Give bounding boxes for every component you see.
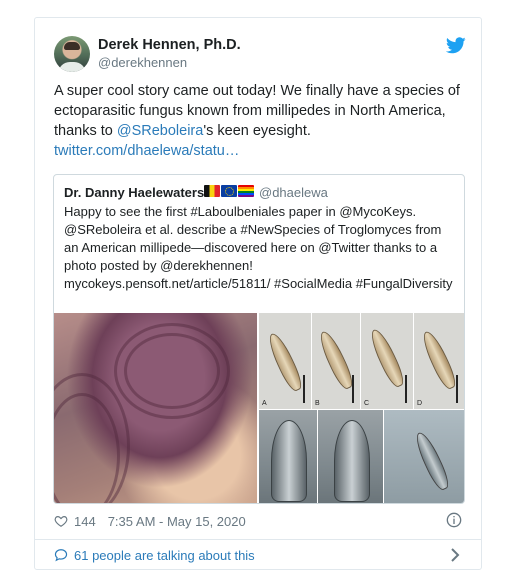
tweet-footer: 144 7:35 AM - May 15, 2020 bbox=[54, 512, 246, 530]
tweet-link[interactable]: twitter.com/dhaelewa/statu… bbox=[54, 143, 239, 159]
micrograph-panels: A B C D bbox=[259, 313, 464, 503]
panel-letter: B bbox=[315, 400, 320, 407]
panel-letter: A bbox=[262, 400, 267, 407]
author-handle[interactable]: @derekhennen bbox=[98, 55, 187, 70]
flag-emoji-group bbox=[204, 184, 254, 198]
like-count[interactable]: 144 bbox=[74, 514, 96, 529]
speech-bubble-icon bbox=[54, 549, 68, 562]
twitter-bird-icon[interactable] bbox=[446, 37, 466, 54]
tweet-text: A super cool story came out today! We fi… bbox=[54, 81, 466, 161]
info-icon[interactable] bbox=[446, 512, 462, 528]
author-name[interactable]: Derek Hennen, Ph.D. bbox=[98, 37, 241, 53]
heart-icon[interactable] bbox=[54, 514, 68, 528]
conversation-count-label: 61 people are talking about this bbox=[74, 547, 255, 563]
rainbow-flag-icon bbox=[238, 185, 254, 197]
micrograph-panel-e[interactable] bbox=[259, 410, 317, 503]
millipede-photo[interactable] bbox=[54, 313, 257, 503]
micrograph-panel-a[interactable]: A bbox=[259, 313, 311, 409]
quoted-author-name: Dr. Danny Haelewaters bbox=[64, 185, 205, 200]
tweet-text-part: 's keen eyesight. bbox=[203, 123, 311, 139]
author-avatar[interactable] bbox=[54, 36, 90, 72]
conversation-link[interactable]: 61 people are talking about this bbox=[54, 546, 255, 564]
tweet-timestamp[interactable]: 7:35 AM - May 15, 2020 bbox=[108, 514, 246, 529]
quoted-author-handle: @dhaelewa bbox=[259, 185, 328, 200]
eu-flag-icon bbox=[221, 185, 237, 197]
quoted-tweet-text: Happy to see the first #Laboulbeniales p… bbox=[64, 204, 453, 291]
micrograph-panel-c[interactable]: C bbox=[361, 313, 413, 409]
micrograph-panel-f[interactable] bbox=[318, 410, 383, 503]
chevron-right-icon[interactable] bbox=[450, 548, 460, 562]
panel-letter: C bbox=[364, 400, 370, 407]
panel-letter: D bbox=[417, 400, 423, 407]
footer-divider bbox=[35, 539, 481, 540]
tweet-card: Derek Hennen, Ph.D. @derekhennen A super… bbox=[34, 17, 482, 570]
mention-link[interactable]: @SReboleira bbox=[117, 123, 203, 139]
micrograph-panel-d[interactable]: D bbox=[414, 313, 464, 409]
media-grid[interactable]: A B C D bbox=[54, 313, 464, 503]
micrograph-panel-b[interactable]: B bbox=[312, 313, 360, 409]
belgium-flag-icon bbox=[204, 185, 220, 197]
quoted-tweet[interactable]: Dr. Danny Haelewaters @dhaelewa Happy to… bbox=[53, 174, 465, 504]
micrograph-panel-g[interactable] bbox=[384, 410, 464, 503]
